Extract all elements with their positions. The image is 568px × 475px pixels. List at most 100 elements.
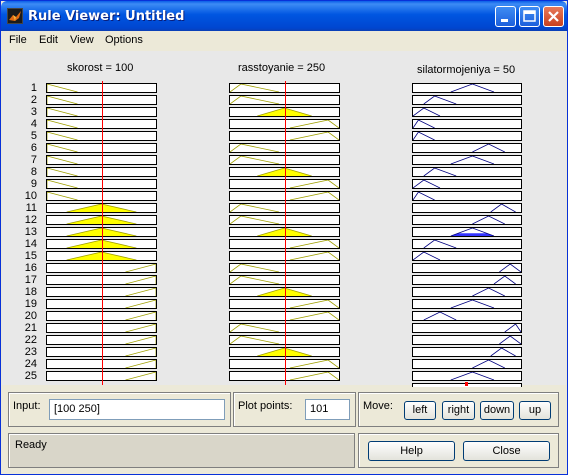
- mf-line: [289, 192, 339, 200]
- mf-line: [450, 300, 495, 308]
- mf-line: [499, 336, 521, 344]
- move-up-button[interactable]: up: [519, 401, 551, 420]
- mf-line: [47, 84, 78, 92]
- rule-number: 13: [24, 226, 37, 238]
- rule-11-mf-plot-3[interactable]: [412, 203, 522, 213]
- minimize-icon: [501, 19, 508, 22]
- rule-21-mf-plot-3[interactable]: [412, 323, 522, 333]
- rule-23-mf-plot-3[interactable]: [412, 347, 522, 357]
- rule-12-mf-plot-3[interactable]: [412, 215, 522, 225]
- close-button[interactable]: Close: [463, 441, 550, 461]
- mf-line: [413, 132, 435, 140]
- rule-number: 22: [24, 334, 37, 346]
- mf-line: [125, 324, 156, 332]
- rule-8-mf-plot-3[interactable]: [412, 167, 522, 177]
- rule-number: 17: [24, 274, 37, 286]
- rule-15-mf-plot-3[interactable]: [412, 251, 522, 261]
- rule-9-mf-plot-3[interactable]: [412, 179, 522, 189]
- rule-7-mf-plot-3[interactable]: [412, 155, 522, 165]
- move-down-button[interactable]: down: [480, 401, 514, 420]
- minimize-button[interactable]: [495, 6, 516, 27]
- plot-points-label: Plot points:: [238, 400, 293, 412]
- rule-number: 5: [30, 130, 37, 142]
- membership-function: [413, 120, 435, 128]
- rule-13-mf-plot-3[interactable]: [412, 227, 522, 237]
- rule-1-mf-plot-3[interactable]: [412, 83, 522, 93]
- mf-line: [289, 252, 339, 260]
- mf-line: [413, 192, 435, 200]
- mf-line: [289, 240, 339, 248]
- mf-line: [472, 360, 505, 368]
- mf-line: [413, 252, 441, 260]
- rule-16-mf-plot-3[interactable]: [412, 263, 522, 273]
- rule-number: 8: [30, 166, 37, 178]
- help-button[interactable]: Help: [368, 441, 455, 461]
- mf-line: [490, 348, 516, 356]
- rule-25-mf-plot-3[interactable]: [412, 371, 522, 381]
- membership-function: [450, 372, 495, 380]
- membership-function: [499, 336, 521, 344]
- mf-line: [230, 264, 280, 272]
- rule-22-mf-plot-3[interactable]: [412, 335, 522, 345]
- rule-18-mf-plot-3[interactable]: [412, 287, 522, 297]
- rule-17-mf-plot-3[interactable]: [412, 275, 522, 285]
- membership-function: [472, 216, 505, 224]
- maximize-button[interactable]: [519, 6, 540, 27]
- rule-5-mf-plot-3[interactable]: [412, 131, 522, 141]
- rule-number: 3: [30, 106, 37, 118]
- mf-line: [289, 360, 339, 368]
- mf-line: [230, 324, 280, 332]
- rule-19-mf-plot-3[interactable]: [412, 299, 522, 309]
- matlab-icon[interactable]: [7, 8, 23, 24]
- rule-24-mf-plot-3[interactable]: [412, 359, 522, 369]
- mf-line: [47, 108, 78, 116]
- rule-number: 24: [24, 358, 37, 370]
- rule-number: 23: [24, 346, 37, 358]
- input-cursor-line-2[interactable]: [285, 81, 286, 385]
- mf-line: [230, 276, 280, 284]
- rule-number: 6: [30, 142, 37, 154]
- rule-10-mf-plot-3[interactable]: [412, 191, 522, 201]
- rule-number: 7: [30, 154, 37, 166]
- membership-function: [413, 252, 441, 260]
- menu-options[interactable]: Options: [105, 34, 143, 46]
- plot-points-field[interactable]: 101: [305, 399, 350, 420]
- membership-function: [490, 204, 516, 212]
- menu-file[interactable]: File: [9, 34, 27, 46]
- rule-20-mf-plot-3[interactable]: [412, 311, 522, 321]
- rule-number: 21: [24, 322, 37, 334]
- mf-line: [413, 180, 441, 188]
- rule-14-mf-plot-3[interactable]: [412, 239, 522, 249]
- menu-view[interactable]: View: [70, 34, 94, 46]
- membership-function: [493, 276, 516, 284]
- mf-line: [493, 276, 516, 284]
- mf-line: [504, 324, 521, 332]
- rule-number: 1: [30, 82, 37, 94]
- mf-line: [230, 216, 280, 224]
- input-field[interactable]: [100 250]: [49, 399, 225, 420]
- mf-line: [423, 96, 457, 104]
- membership-function: [504, 324, 521, 332]
- rule-number: 10: [24, 190, 37, 202]
- mf-line: [490, 204, 516, 212]
- menu-edit[interactable]: Edit: [39, 34, 58, 46]
- maximize-icon: [523, 10, 536, 22]
- mf-line: [125, 276, 156, 284]
- rule-3-mf-plot-3[interactable]: [412, 107, 522, 117]
- rule-number: 15: [24, 250, 37, 262]
- mf-line: [125, 288, 156, 296]
- input-cursor-line-1[interactable]: [102, 81, 103, 385]
- action-panel: Help Close: [358, 433, 559, 468]
- rule-2-mf-plot-3[interactable]: [412, 95, 522, 105]
- title-bar[interactable]: Rule Viewer: Untitled: [1, 1, 567, 31]
- mf-line: [47, 96, 78, 104]
- membership-function: [490, 348, 516, 356]
- rule-number: 18: [24, 286, 37, 298]
- rule-6-mf-plot-3[interactable]: [412, 143, 522, 153]
- plot-points-panel: Plot points: 101: [233, 392, 356, 427]
- close-window-button[interactable]: [543, 6, 564, 27]
- column-title-rasstoyanie: rasstoyanie = 250: [238, 62, 326, 74]
- move-right-button[interactable]: right: [442, 401, 475, 420]
- move-left-button[interactable]: left: [404, 401, 436, 420]
- rule-4-mf-plot-3[interactable]: [412, 119, 522, 129]
